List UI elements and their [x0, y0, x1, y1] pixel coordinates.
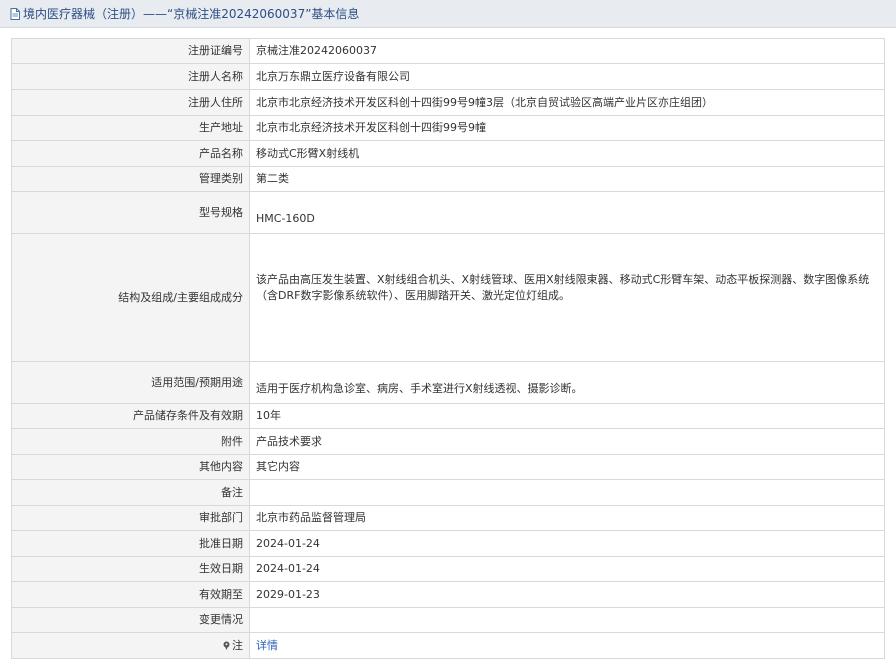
table-row: 其他内容 其它内容	[11, 454, 885, 480]
table-row: 生产地址 北京市北京经济技术开发区科创十四街99号9幢	[11, 115, 885, 141]
row-value: 该产品由高压发生装置、X射线组合机头、X射线管球、医用X射线限束器、移动式C形臂…	[249, 233, 885, 362]
table-row: 注册人名称 北京万东鼎立医疗设备有限公司	[11, 63, 885, 90]
row-label: 产品名称	[11, 140, 250, 167]
table-row: 注册证编号 京械注准20242060037	[11, 38, 885, 64]
page-header: 境内医疗器械（注册）——“京械注准20242060037”基本信息	[0, 0, 896, 28]
row-value	[249, 607, 885, 633]
table-row: 批准日期 2024-01-24	[11, 530, 885, 557]
page-title: 境内医疗器械（注册）——“京械注准20242060037”基本信息	[23, 7, 360, 21]
row-label: 型号规格	[11, 191, 250, 234]
row-label: 备注	[11, 479, 250, 506]
device-info-table: 注册证编号 京械注准20242060037 注册人名称 北京万东鼎立医疗设备有限…	[11, 38, 885, 659]
table-row: 产品储存条件及有效期 10年	[11, 403, 885, 429]
table-row: 注册人住所 北京市北京经济技术开发区科创十四街99号9幢3层（北京自贸试验区高端…	[11, 89, 885, 116]
note-label: 注	[11, 632, 250, 659]
row-value: 详情	[249, 632, 885, 659]
table-row: 附件 产品技术要求	[11, 428, 885, 455]
row-label: 产品储存条件及有效期	[11, 403, 250, 429]
row-value: 2024-01-24	[249, 556, 885, 582]
row-label: 生效日期	[11, 556, 250, 582]
row-value: 2029-01-23	[249, 581, 885, 608]
table-row: 产品名称 移动式C形臂X射线机	[11, 140, 885, 167]
row-label: 审批部门	[11, 505, 250, 531]
row-label: 生产地址	[11, 115, 250, 141]
table-row: 生效日期 2024-01-24	[11, 556, 885, 582]
table-row: 结构及组成/主要组成成分 该产品由高压发生装置、X射线组合机头、X射线管球、医用…	[11, 233, 885, 362]
row-label: 结构及组成/主要组成成分	[11, 233, 250, 362]
row-label: 有效期至	[11, 581, 250, 608]
table-row: 适用范围/预期用途 适用于医疗机构急诊室、病房、手术室进行X射线透视、摄影诊断。	[11, 361, 885, 404]
row-label: 注册证编号	[11, 38, 250, 64]
pin-icon	[222, 639, 231, 650]
table-row: 型号规格 HMC-160D	[11, 191, 885, 234]
row-value: 10年	[249, 403, 885, 429]
row-value: 移动式C形臂X射线机	[249, 140, 885, 167]
row-label: 管理类别	[11, 166, 250, 192]
row-value: 2024-01-24	[249, 530, 885, 557]
row-value: 其它内容	[249, 454, 885, 480]
row-value: 北京市药品监督管理局	[249, 505, 885, 531]
row-value: 第二类	[249, 166, 885, 192]
details-link[interactable]: 详情	[256, 639, 278, 652]
document-icon	[10, 7, 20, 20]
row-label: 其他内容	[11, 454, 250, 480]
row-label: 批准日期	[11, 530, 250, 557]
row-value	[249, 479, 885, 506]
row-label: 变更情况	[11, 607, 250, 633]
row-label: 注	[232, 638, 243, 652]
row-label: 附件	[11, 428, 250, 455]
row-value: 北京市北京经济技术开发区科创十四街99号9幢3层（北京自贸试验区高端产业片区亦庄…	[249, 89, 885, 116]
table-row: 有效期至 2029-01-23	[11, 581, 885, 608]
row-value: 适用于医疗机构急诊室、病房、手术室进行X射线透视、摄影诊断。	[249, 361, 885, 404]
row-value: HMC-160D	[249, 191, 885, 234]
row-label: 注册人住所	[11, 89, 250, 116]
table-row: 备注	[11, 479, 885, 506]
table-row: 变更情况	[11, 607, 885, 633]
row-value: 产品技术要求	[249, 428, 885, 455]
table-row: 注 详情	[11, 632, 885, 659]
row-value: 北京万东鼎立医疗设备有限公司	[249, 63, 885, 90]
row-label: 适用范围/预期用途	[11, 361, 250, 404]
table-row: 审批部门 北京市药品监督管理局	[11, 505, 885, 531]
row-label: 注册人名称	[11, 63, 250, 90]
table-row: 管理类别 第二类	[11, 166, 885, 192]
row-value: 京械注准20242060037	[249, 38, 885, 64]
row-value: 北京市北京经济技术开发区科创十四街99号9幢	[249, 115, 885, 141]
